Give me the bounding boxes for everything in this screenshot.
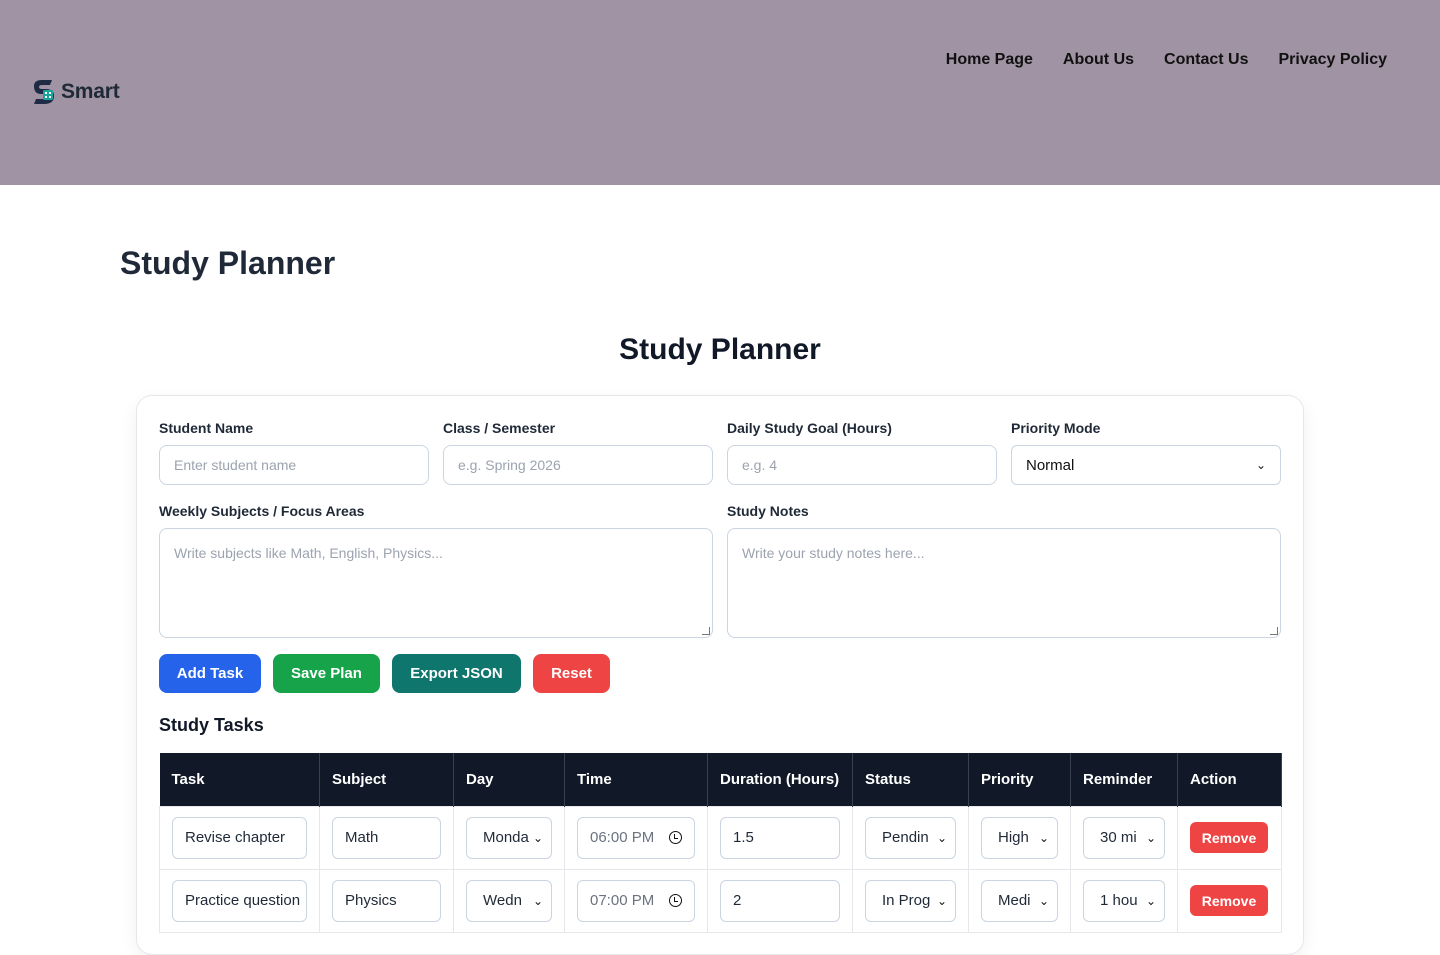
chevron-down-icon: ⌄ xyxy=(1145,830,1156,845)
day-value: Monda xyxy=(483,829,529,846)
daily-goal-label: Daily Study Goal (Hours) xyxy=(727,420,892,436)
column-header-task: Task xyxy=(159,753,320,806)
chevron-down-icon: ⌄ xyxy=(1145,893,1156,908)
chevron-down-icon: ⌄ xyxy=(1038,893,1049,908)
site-header: Smart Home Page About Us Contact Us Priv… xyxy=(0,0,1440,185)
weekly-subjects-label: Weekly Subjects / Focus Areas xyxy=(159,503,365,519)
student-name-input[interactable]: Enter student name xyxy=(159,445,429,485)
status-select[interactable]: Pendin ⌄ xyxy=(865,816,956,859)
table-row: Practice question Physics Wedn ⌄ 07:00 PM… xyxy=(159,868,1282,933)
daily-goal-input[interactable]: e.g. 4 xyxy=(727,445,997,485)
reminder-value: 30 mi xyxy=(1100,829,1137,846)
column-header-time: Time xyxy=(564,753,708,806)
resize-handle-icon[interactable] xyxy=(1270,627,1278,635)
logo-icon xyxy=(34,80,54,104)
export-json-button[interactable]: Export JSON xyxy=(392,654,521,693)
add-task-button[interactable]: Add Task xyxy=(159,654,261,693)
save-plan-button[interactable]: Save Plan xyxy=(273,654,380,693)
task-input[interactable]: Revise chapter xyxy=(172,816,307,859)
tasks-table: Task Subject Day Time Duration (Hours) S… xyxy=(159,753,1282,933)
column-header-day: Day xyxy=(453,753,565,806)
chevron-down-icon: ⌄ xyxy=(936,830,947,845)
time-input[interactable]: 06:00 PM xyxy=(577,816,695,859)
time-input[interactable]: 07:00 PM xyxy=(577,879,695,922)
column-header-duration: Duration (Hours) xyxy=(707,753,853,806)
resize-handle-icon[interactable] xyxy=(702,627,710,635)
duration-input[interactable]: 1.5 xyxy=(720,816,840,859)
status-value: Pendin xyxy=(882,829,929,846)
priority-select[interactable]: Medi ⌄ xyxy=(981,879,1058,922)
study-notes-label: Study Notes xyxy=(727,503,809,519)
priority-value: Medi xyxy=(998,892,1031,909)
section-title: Study Planner xyxy=(619,333,821,366)
nav-about-us[interactable]: About Us xyxy=(1063,51,1134,69)
study-notes-placeholder: Write your study notes here... xyxy=(742,545,925,561)
column-header-reminder: Reminder xyxy=(1070,753,1178,806)
reset-button[interactable]: Reset xyxy=(533,654,610,693)
priority-mode-select[interactable]: Normal ⌄ xyxy=(1011,445,1281,485)
page-title: Study Planner xyxy=(120,245,336,281)
chevron-down-icon: ⌄ xyxy=(532,893,543,908)
priority-select[interactable]: High ⌄ xyxy=(981,816,1058,859)
column-header-status: Status xyxy=(852,753,969,806)
status-select[interactable]: In Prog ⌄ xyxy=(865,879,956,922)
tasks-table-wrap: Task Subject Day Time Duration (Hours) S… xyxy=(159,753,1282,933)
time-value: 07:00 PM xyxy=(590,892,655,909)
day-select[interactable]: Monda ⌄ xyxy=(466,816,552,859)
reminder-select[interactable]: 1 hou ⌄ xyxy=(1083,879,1165,922)
day-value: Wedn xyxy=(483,892,522,909)
study-tasks-heading: Study Tasks xyxy=(159,715,264,735)
planner-card: Student Name Enter student name Class / … xyxy=(136,395,1304,955)
column-header-action: Action xyxy=(1177,753,1282,806)
nav-contact-us[interactable]: Contact Us xyxy=(1164,51,1248,69)
task-input[interactable]: Practice question xyxy=(172,879,307,922)
main-nav: Home Page About Us Contact Us Privacy Po… xyxy=(946,51,1387,69)
status-value: In Prog xyxy=(882,892,931,909)
priority-value: High xyxy=(998,829,1029,846)
logo[interactable]: Smart xyxy=(30,78,120,106)
study-notes-textarea[interactable]: Write your study notes here... xyxy=(727,528,1281,638)
column-header-subject: Subject xyxy=(319,753,454,806)
table-row: Revise chapter Math Monda ⌄ 06:00 PM 1.5 … xyxy=(159,805,1282,870)
class-semester-input[interactable]: e.g. Spring 2026 xyxy=(443,445,713,485)
chevron-down-icon: ⌄ xyxy=(1255,458,1266,472)
nav-privacy-policy[interactable]: Privacy Policy xyxy=(1278,51,1387,69)
table-header-row: Task Subject Day Time Duration (Hours) S… xyxy=(159,753,1282,806)
column-header-priority: Priority xyxy=(968,753,1071,806)
subject-input[interactable]: Math xyxy=(332,816,441,859)
chevron-down-icon: ⌄ xyxy=(532,830,543,845)
clock-icon[interactable] xyxy=(669,831,682,844)
priority-mode-label: Priority Mode xyxy=(1011,420,1101,436)
duration-input[interactable]: 2 xyxy=(720,879,840,922)
subject-input[interactable]: Physics xyxy=(332,879,441,922)
class-semester-label: Class / Semester xyxy=(443,420,556,436)
logo-text: Smart xyxy=(61,80,120,103)
chevron-down-icon: ⌄ xyxy=(1038,830,1049,845)
chevron-down-icon: ⌄ xyxy=(936,893,947,908)
day-select[interactable]: Wedn ⌄ xyxy=(466,879,552,922)
clock-icon[interactable] xyxy=(669,894,682,907)
remove-button[interactable]: Remove xyxy=(1190,885,1268,916)
weekly-subjects-placeholder: Write subjects like Math, English, Physi… xyxy=(174,545,443,561)
time-value: 06:00 PM xyxy=(590,829,655,846)
reminder-value: 1 hou xyxy=(1100,892,1138,909)
reminder-select[interactable]: 30 mi ⌄ xyxy=(1083,816,1165,859)
nav-home-page[interactable]: Home Page xyxy=(946,51,1033,69)
priority-mode-value: Normal xyxy=(1026,456,1075,474)
student-name-label: Student Name xyxy=(159,420,254,436)
remove-button[interactable]: Remove xyxy=(1190,822,1268,853)
weekly-subjects-textarea[interactable]: Write subjects like Math, English, Physi… xyxy=(159,528,713,638)
